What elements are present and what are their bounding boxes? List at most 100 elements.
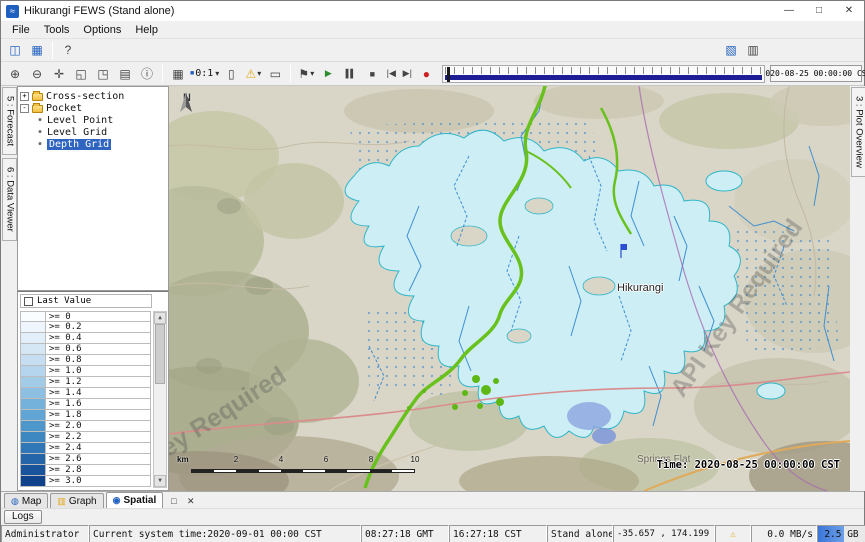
play-icon: ▶ [325, 68, 332, 79]
tab-spatial[interactable]: ◉ Spatial [106, 492, 164, 508]
tree-item-cross-section[interactable]: + Cross-section [20, 90, 166, 102]
legend-row: >= 0 [20, 311, 151, 322]
tree-item-depth-grid[interactable]: ● Depth Grid [20, 138, 166, 150]
layers-icon[interactable]: ▤ [115, 64, 135, 84]
pane-maximize-icon[interactable]: □ [167, 495, 180, 508]
status-warning-segment[interactable]: ⚠ [715, 525, 751, 542]
legend-label: >= 0.6 [46, 344, 151, 355]
legend-label: >= 0.2 [46, 322, 151, 333]
last-value-checkbox[interactable] [24, 297, 33, 306]
status-system-time: Current system time:2020-09-01 00:00 CST [89, 525, 361, 542]
toolbar-separator [290, 65, 291, 82]
close-button[interactable]: ✕ [834, 1, 864, 21]
displays-glyph: ▦ [31, 43, 42, 57]
time-slider[interactable] [442, 65, 765, 83]
legend-swatch [20, 410, 46, 421]
pause-button[interactable]: ▌▌ [340, 64, 360, 84]
menu-options[interactable]: Options [76, 23, 128, 37]
pause-icon: ▌▌ [346, 69, 355, 78]
record-button[interactable]: ● [416, 64, 436, 84]
legend-row: >= 2.8 [20, 465, 151, 476]
interval-label: 0:1 [195, 68, 213, 79]
zoom-out-icon[interactable]: ⊖ [27, 64, 47, 84]
legend-swatch [20, 333, 46, 344]
stop-icon: ■ [370, 69, 375, 79]
zoom-in-icon[interactable]: ⊕ [5, 64, 25, 84]
tab-graph[interactable]: ▥ Graph [50, 493, 103, 508]
legend-row: >= 2.0 [20, 421, 151, 432]
menu-tools[interactable]: Tools [37, 23, 77, 37]
scroll-down-icon[interactable]: ▼ [154, 475, 166, 487]
scale-unit: km [177, 455, 189, 464]
plot-display-icon[interactable]: ▥ [743, 40, 763, 60]
play-button[interactable]: ▶ [318, 64, 338, 84]
tab-forecast[interactable]: 5 : Forecast [2, 87, 17, 155]
movie-export-dropdown[interactable]: ⚑ ▾ [296, 64, 316, 84]
legend-row: >= 1.2 [20, 377, 151, 388]
map-canvas[interactable]: API Key Required API Key Required N Hiku… [169, 86, 850, 491]
tab-map[interactable]: ◍ Map [4, 493, 48, 508]
chevron-down-icon: ▾ [257, 69, 261, 78]
status-user: Administrator [1, 525, 89, 542]
spatial-display-glyph: ▧ [725, 43, 736, 57]
document-icon[interactable]: ▯ [221, 64, 241, 84]
legend-swatch [20, 432, 46, 443]
help-icon[interactable]: ? [58, 40, 78, 60]
legend-swatch [20, 476, 46, 487]
time-slider-ticks [445, 67, 762, 74]
menu-help[interactable]: Help [128, 23, 165, 37]
spatial-display-icon[interactable]: ▧ [721, 40, 741, 60]
skip-to-start-button[interactable]: |◀ [384, 64, 398, 84]
tree-item-pocket[interactable]: - Pocket [20, 102, 166, 114]
zoom-box-icon[interactable]: ◱ [71, 64, 91, 84]
toolbar-separator [162, 65, 163, 82]
app-window: ≈ Hikurangi FEWS (Stand alone) — □ ✕ Fil… [0, 0, 865, 542]
legend-scrollbar[interactable]: ▲ ▼ [153, 311, 167, 488]
tree-item-level-point[interactable]: ● Level Point [20, 114, 166, 126]
legend-swatch [20, 366, 46, 377]
warning-icon: ⚠ [245, 67, 256, 81]
pan-icon[interactable]: ✛ [49, 64, 69, 84]
stop-button[interactable]: ■ [362, 64, 382, 84]
expander-icon[interactable]: + [20, 92, 29, 101]
warning-dropdown[interactable]: ⚠ ▾ [243, 64, 263, 84]
scroll-up-icon[interactable]: ▲ [154, 312, 166, 324]
legend-swatch [20, 454, 46, 465]
time-slider-handle[interactable] [447, 67, 450, 82]
grid-icon[interactable]: ▦ [168, 64, 188, 84]
legend-swatch [20, 443, 46, 454]
tab-plot-overview[interactable]: 3 : Plot Overview [851, 87, 865, 177]
town-label: Hikurangi [617, 282, 663, 294]
skip-to-end-button[interactable]: ▶| [400, 64, 414, 84]
interval-selector[interactable]: ■ 0:1 ▾ [190, 64, 219, 84]
tree-item-level-grid[interactable]: ● Level Grid [20, 126, 166, 138]
left-panel: + Cross-section - Pocket ● Level Point ●… [17, 86, 169, 491]
logs-button[interactable]: Logs [4, 510, 42, 524]
legend-row: >= 2.4 [20, 443, 151, 454]
bullet-icon: ● [36, 117, 44, 123]
pane-close-icon[interactable]: ✕ [184, 495, 197, 508]
scrollbar-thumb[interactable] [155, 324, 165, 384]
displays-icon[interactable]: ▦ [27, 40, 47, 60]
monitor-icon[interactable]: ▭ [265, 64, 285, 84]
legend-row: >= 0.2 [20, 322, 151, 333]
zoom-reset-icon[interactable]: ◳ [93, 64, 113, 84]
display-shortcut-group: ▧ ▥ [720, 40, 764, 60]
minimize-button[interactable]: — [774, 1, 804, 21]
menu-file[interactable]: File [5, 23, 37, 37]
skip-to-end-icon: ▶| [403, 68, 412, 79]
legend-header: Last Value [20, 294, 152, 308]
legend-row: >= 0.4 [20, 333, 151, 344]
explorer-icon[interactable]: ◫ [5, 40, 25, 60]
tab-data-viewer[interactable]: 6 : Data Viewer [2, 158, 17, 241]
app-icon: ≈ [6, 5, 19, 18]
tree-item-label: Pocket [46, 103, 82, 114]
tab-spatial-label: Spatial [123, 495, 156, 506]
info-icon[interactable]: ⓘ [137, 64, 157, 84]
expander-icon[interactable]: - [20, 104, 29, 113]
layer-tree: + Cross-section - Pocket ● Level Point ●… [17, 86, 169, 291]
legend-title: Last Value [37, 296, 91, 306]
window-buttons: — □ ✕ [774, 1, 864, 21]
maximize-button[interactable]: □ [804, 1, 834, 21]
scale-bar: km 2 4 6 8 10 [177, 457, 415, 475]
